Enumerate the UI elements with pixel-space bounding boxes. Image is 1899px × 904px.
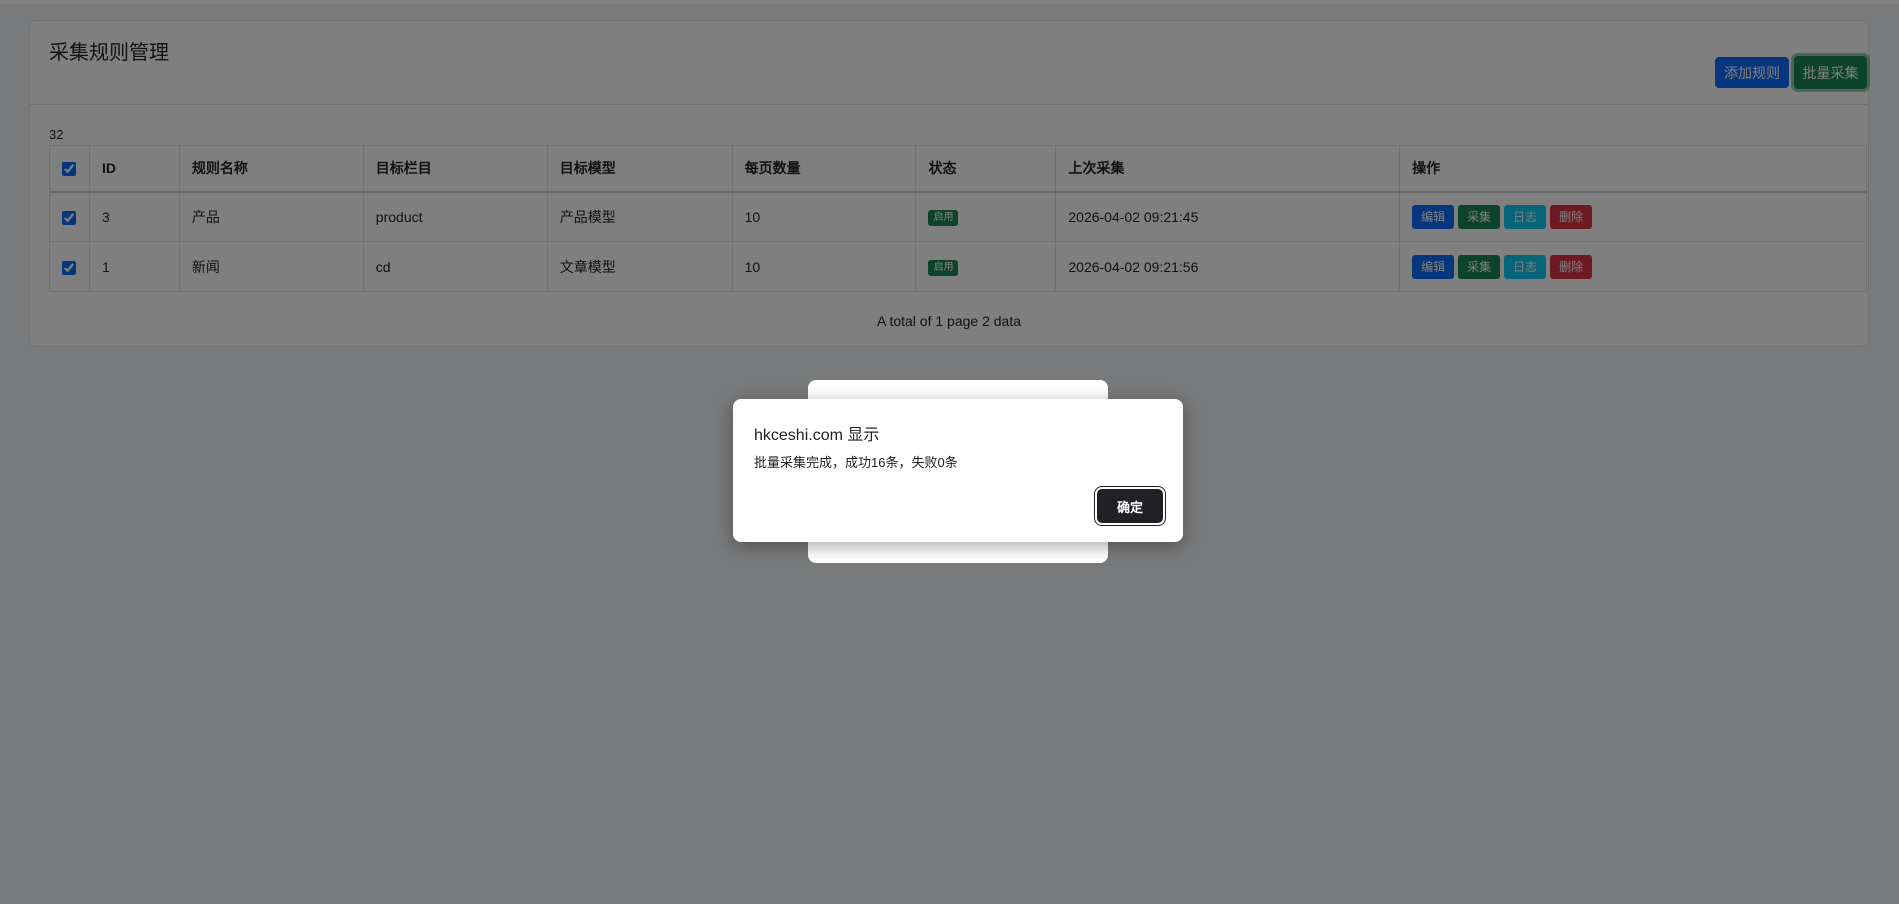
alert-dialog: hkceshi.com 显示 批量采集完成，成功16条，失败0条 确定	[733, 399, 1183, 542]
dialog-ok-button[interactable]: 确定	[1097, 489, 1163, 523]
dialog-title: hkceshi.com 显示	[754, 427, 880, 444]
dialog-message: 批量采集完成，成功16条，失败0条	[754, 455, 958, 470]
